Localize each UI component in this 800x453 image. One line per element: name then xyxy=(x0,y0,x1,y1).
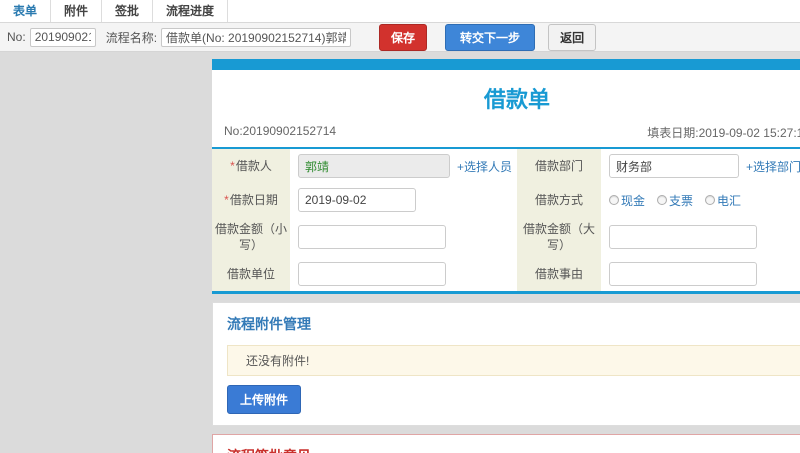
required-asterisk: * xyxy=(224,193,229,207)
radio-icon[interactable] xyxy=(657,195,668,205)
form-no-text: No:20190902152714 xyxy=(224,124,337,138)
method-radio-cash[interactable]: 现金 xyxy=(609,192,645,209)
tab-attachments[interactable]: 附件 xyxy=(51,0,103,22)
method-radio-wire[interactable]: 电汇 xyxy=(705,192,741,209)
borrower-label: *借款人 xyxy=(212,149,290,183)
approval-section: 流程签批意见 B I abc xyxy=(212,434,800,453)
amount-upper-label: 借款金额（大写） xyxy=(517,217,601,257)
loan-reason-input[interactable] xyxy=(609,262,757,286)
select-person-link[interactable]: +选择人员 xyxy=(457,158,512,175)
loan-reason-label: 借款事由 xyxy=(517,257,601,291)
radio-icon[interactable] xyxy=(609,195,619,205)
no-attachments-message: 还没有附件! xyxy=(227,345,800,376)
amount-lower-input[interactable] xyxy=(298,225,446,249)
tab-form[interactable]: 表单 xyxy=(0,0,52,22)
flow-name-label: 流程名称: xyxy=(105,30,158,45)
department-input[interactable] xyxy=(609,154,739,178)
form-meta-row: No:20190902152714 填表日期:2019-09-02 15:27:… xyxy=(212,122,800,147)
amount-upper-input[interactable] xyxy=(609,225,757,249)
approval-title: 流程签批意见 xyxy=(227,446,800,453)
save-button[interactable]: 保存 xyxy=(379,23,428,51)
radio-icon[interactable] xyxy=(705,195,716,205)
loan-date-input[interactable] xyxy=(298,188,416,212)
loan-method-label: 借款方式 xyxy=(517,183,601,217)
no-input[interactable] xyxy=(29,27,96,47)
main-content: 借款单 No:20190902152714 填表日期:2019-09-02 15… xyxy=(212,59,800,453)
borrower-input[interactable] xyxy=(298,154,450,178)
tab-bar: 表单 附件 签批 流程进度 xyxy=(0,0,800,23)
loan-unit-label: 借款单位 xyxy=(212,257,290,291)
form-title: 借款单 xyxy=(483,87,550,112)
forward-next-step-button[interactable]: 转交下一步 xyxy=(445,23,536,51)
no-label: No: xyxy=(7,30,26,44)
select-department-link[interactable]: +选择部门 xyxy=(746,158,800,175)
attachments-title: 流程附件管理 xyxy=(227,316,311,332)
tab-approval[interactable]: 签批 xyxy=(102,0,154,22)
page: 表单 附件 签批 流程进度 No: 流程名称: 保存 转交下一步 返回 借款单 … xyxy=(0,0,800,453)
method-radio-cheque[interactable]: 支票 xyxy=(657,192,693,209)
required-asterisk: * xyxy=(230,159,235,173)
tab-progress[interactable]: 流程进度 xyxy=(153,0,229,22)
form-top-accent-bar xyxy=(212,59,800,70)
flow-name-input[interactable] xyxy=(161,27,352,47)
loan-date-label: *借款日期 xyxy=(212,183,290,217)
amount-lower-label: 借款金额（小写） xyxy=(212,217,290,257)
form-fields-table: *借款人 +选择人员 借款部门 +选择部门 *借款日期 借款方式 现金 xyxy=(212,149,800,291)
attachments-section: 流程附件管理 还没有附件! 上传附件 xyxy=(212,302,800,426)
department-label: 借款部门 xyxy=(517,149,601,183)
back-button[interactable]: 返回 xyxy=(548,23,597,51)
action-toolbar: No: 流程名称: 保存 转交下一步 返回 xyxy=(0,23,800,52)
form-date-text: 填表日期:2019-09-02 15:27:14 xyxy=(647,126,800,140)
upload-attachment-button[interactable]: 上传附件 xyxy=(227,385,302,414)
loan-unit-input[interactable] xyxy=(298,262,446,286)
loan-form-section: 借款单 No:20190902152714 填表日期:2019-09-02 15… xyxy=(212,59,800,294)
